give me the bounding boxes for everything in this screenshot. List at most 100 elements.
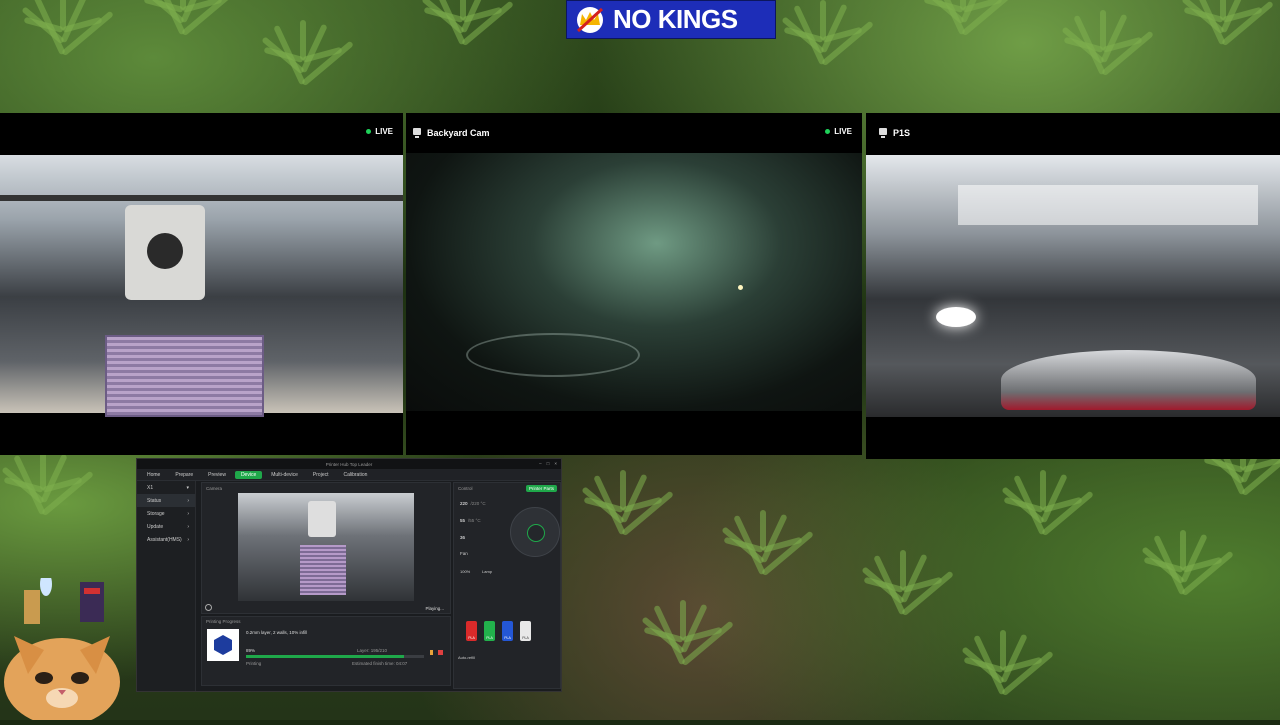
camera-header: Backyard Cam LIVE: [406, 113, 862, 153]
app-sidebar: X1 ▾ Status › Storage › Update › Assistant(H…: [137, 481, 196, 691]
leaf-blade: [1040, 470, 1046, 510]
home-icon[interactable]: [527, 524, 545, 542]
sidebar-item-storage[interactable]: Storage ›: [137, 507, 195, 520]
live-indicator: LIVE: [825, 127, 852, 136]
print-bucket: [1001, 350, 1256, 410]
leaf-blade: [680, 600, 686, 640]
live-label: LIVE: [375, 127, 393, 136]
camera-title-text: P1S: [893, 128, 911, 138]
live-dot-icon: [825, 129, 831, 134]
leaf-blade: [620, 470, 626, 510]
chevron-down-icon: ▾: [186, 484, 189, 491]
control-panel: Control Printer Parts 220/220 °C 55/55 °…: [453, 482, 561, 689]
printing-progress-panel: Printing Progress 0.2mm layer, 2 walls, …: [201, 616, 451, 686]
camera-title: Backyard Cam: [412, 127, 490, 139]
sidebar-item-label: Update: [147, 523, 164, 530]
live-label: LIVE: [834, 127, 852, 136]
crown-icon: [567, 1, 613, 38]
app-camera-panel: Camera Playing...: [201, 482, 451, 614]
bed-temp: 55/55 °C: [460, 518, 481, 523]
ams-spool[interactable]: PLA: [502, 621, 513, 641]
printer-parts-button[interactable]: Printer Parts: [525, 485, 557, 492]
fan-label: Fan: [460, 551, 468, 556]
finish-time: Estimated finish time: 04:07: [352, 661, 408, 666]
tab-project[interactable]: Project: [307, 471, 335, 479]
camera-feed: [0, 155, 403, 417]
play-icon[interactable]: [205, 604, 212, 611]
progress-title: Printing Progress: [206, 619, 241, 624]
ams-spool[interactable]: PLA: [466, 621, 477, 641]
fan-percent: 100%: [460, 569, 471, 574]
ams-spool[interactable]: PLA: [520, 621, 531, 641]
print-object: [105, 335, 264, 417]
sidebar-item-assistant[interactable]: Assistant(HMS) ›: [137, 533, 195, 546]
tab-calibration[interactable]: Calibration: [337, 471, 373, 479]
banner-text: NO KINGS: [613, 4, 738, 34]
camera-header: P1S: [866, 113, 1280, 153]
live-dot-icon: [366, 129, 372, 134]
sidebar-item-update[interactable]: Update ›: [137, 520, 195, 533]
sidebar-item-label: Storage: [147, 510, 165, 517]
leaf-blade: [40, 450, 46, 490]
leaf-blade: [760, 510, 766, 550]
toolhead: [125, 205, 205, 300]
auto-refill-label[interactable]: Auto-refill: [458, 655, 475, 660]
tab-preview[interactable]: Preview: [202, 471, 232, 479]
app-titlebar: Printer Hub Top Leader – □ ×: [137, 459, 561, 469]
camera-panel-printer: LIVE: [0, 113, 403, 455]
leaf-blade: [820, 0, 826, 40]
tab-home[interactable]: Home: [141, 471, 166, 479]
model-thumbnail: [207, 629, 239, 661]
maximize-icon[interactable]: □: [547, 461, 550, 466]
no-kings-banner: NO KINGS: [566, 0, 776, 39]
leaf-blade: [1000, 630, 1006, 670]
jog-dial[interactable]: [510, 507, 560, 557]
camera-feed: [406, 153, 862, 411]
sidebar-item-label: Assistant(HMS): [147, 536, 182, 543]
pause-icon[interactable]: [430, 650, 433, 655]
ams-spool[interactable]: PLA: [484, 621, 495, 641]
progress-track: [246, 655, 424, 658]
print-state: Printing: [246, 661, 262, 666]
tab-prepare[interactable]: Prepare: [169, 471, 199, 479]
lamp-label[interactable]: Lamp: [482, 569, 492, 574]
printer-selector[interactable]: X1 ▾: [137, 481, 195, 494]
progress-percent: 89%: [246, 648, 256, 653]
window-controls: – □ ×: [539, 461, 557, 466]
close-icon[interactable]: ×: [554, 461, 557, 466]
progress-fill: [246, 655, 405, 658]
tab-device[interactable]: Device: [234, 470, 263, 479]
printer-name: X1: [147, 484, 154, 491]
app-camera-feed: [238, 493, 414, 601]
camera-icon: [413, 128, 421, 138]
nozzle-temp: 220/220 °C: [460, 501, 486, 506]
layer-count: Layer: 195/210: [357, 648, 388, 653]
camera-section-label: Camera: [206, 486, 223, 491]
leaf-blade: [1180, 530, 1186, 570]
control-title: Control: [458, 486, 473, 491]
stop-icon[interactable]: [438, 650, 443, 655]
leaf-blade: [1100, 10, 1106, 50]
ams-spools: PLA PLA PLA PLA: [466, 621, 546, 643]
printer-app-window: Printer Hub Top Leader – □ × Home Prepar…: [136, 458, 562, 692]
camera-title-text: Backyard Cam: [427, 128, 490, 138]
leaf-blade: [900, 550, 906, 590]
tab-multi-device[interactable]: Multi-device: [265, 471, 304, 479]
cat-avatar-overlay: [0, 572, 140, 725]
model-hexagon-icon: [214, 635, 232, 655]
playing-status: Playing...: [425, 606, 444, 611]
sidebar-item-label: Status: [147, 497, 162, 504]
job-name: 0.2mm layer, 2 walls, 10% infill: [246, 630, 308, 635]
chamber-temp: 36: [460, 535, 466, 540]
camera-title: P1S: [878, 127, 910, 139]
camera-panel-p1s: P1S: [866, 113, 1280, 459]
app-window-title: Printer Hub Top Leader: [325, 461, 373, 467]
sidebar-item-status[interactable]: Status ›: [137, 494, 195, 507]
live-indicator: LIVE: [366, 127, 393, 136]
minimize-icon[interactable]: –: [539, 461, 542, 466]
app-tab-bar: Home Prepare Preview Device Multi-device…: [137, 469, 561, 481]
camera-icon: [879, 128, 887, 138]
camera-feed: [866, 155, 1280, 417]
camera-panel-backyard: Backyard Cam LIVE: [406, 113, 862, 455]
leaf-blade: [300, 20, 306, 60]
